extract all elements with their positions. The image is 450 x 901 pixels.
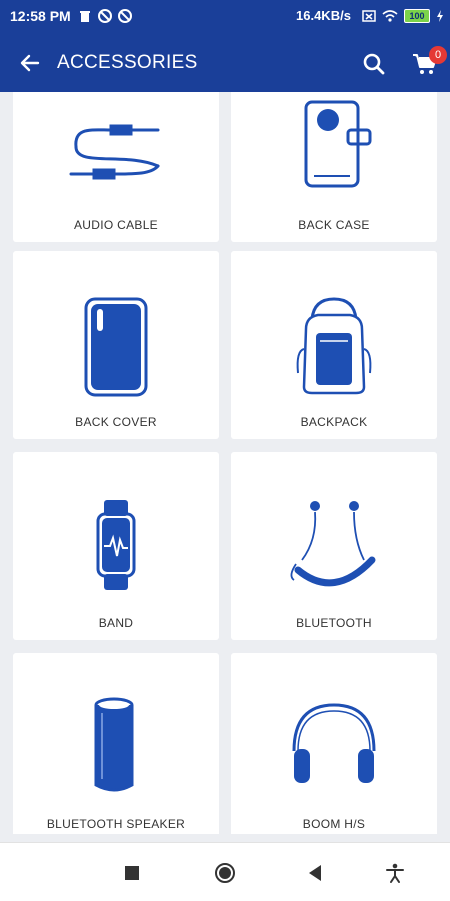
sim-icon xyxy=(362,10,376,22)
app-bar: ACCESSORIES xyxy=(0,34,450,92)
category-card-back-cover[interactable]: BACK COVER xyxy=(13,251,219,439)
wifi-icon xyxy=(382,10,398,22)
system-icons: 100 xyxy=(362,9,444,23)
status-time: 12:58 PM xyxy=(10,8,71,24)
backpack-icon xyxy=(296,297,372,395)
category-card-band[interactable]: BAND xyxy=(13,452,219,640)
recent-apps-icon[interactable] xyxy=(121,862,143,884)
back-arrow-icon[interactable] xyxy=(18,51,42,75)
back-case-icon xyxy=(304,100,372,188)
headphones-icon xyxy=(292,703,376,783)
audio-cable-icon xyxy=(69,124,160,180)
category-label: BLUETOOTH xyxy=(296,616,372,630)
back-triangle-icon[interactable] xyxy=(305,862,327,884)
band-icon xyxy=(96,500,136,590)
notification-icons xyxy=(78,9,132,23)
category-label: BLUETOOTH SPEAKER xyxy=(46,817,186,831)
network-speed: 16.4KB/s xyxy=(296,8,351,23)
category-label: BAND xyxy=(98,616,134,630)
blocked-notification-icon-2 xyxy=(118,9,132,23)
category-card-bluetooth[interactable]: BLUETOOTH xyxy=(231,452,437,640)
category-label: BACK CASE xyxy=(298,218,370,232)
battery-indicator: 100 xyxy=(404,9,430,23)
category-card-audio-cable[interactable]: AUDIO CABLE xyxy=(13,92,219,242)
category-grid: AUDIO CABLE BACK CASE BACK COVER BACKPAC… xyxy=(0,92,450,834)
page-title: ACCESSORIES xyxy=(57,52,198,73)
status-bar: 12:58 PM 16.4KB/s 100 xyxy=(0,0,450,34)
category-card-bluetooth-speaker[interactable]: BLUETOOTH SPEAKER xyxy=(13,653,219,834)
blocked-notification-icon xyxy=(98,9,112,23)
bluetooth-neckband-icon xyxy=(290,501,376,587)
cart-count-badge: 0 xyxy=(429,46,447,64)
category-label: AUDIO CABLE xyxy=(74,218,158,232)
bluetooth-speaker-icon xyxy=(94,697,134,792)
home-icon[interactable] xyxy=(214,862,236,884)
category-card-boom-hs[interactable]: BOOM H/S xyxy=(231,653,437,834)
search-icon[interactable] xyxy=(362,52,386,76)
system-nav-bar xyxy=(0,842,450,901)
charging-icon xyxy=(437,10,443,22)
category-label: BOOM H/S xyxy=(302,817,366,831)
category-label: BACK COVER xyxy=(75,415,157,429)
category-card-back-case[interactable]: BACK CASE xyxy=(231,92,437,242)
back-cover-icon xyxy=(84,297,148,397)
accessibility-icon[interactable] xyxy=(384,862,406,884)
category-label: BACKPACK xyxy=(300,415,368,429)
trash-notification-icon xyxy=(80,11,90,22)
category-card-backpack[interactable]: BACKPACK xyxy=(231,251,437,439)
